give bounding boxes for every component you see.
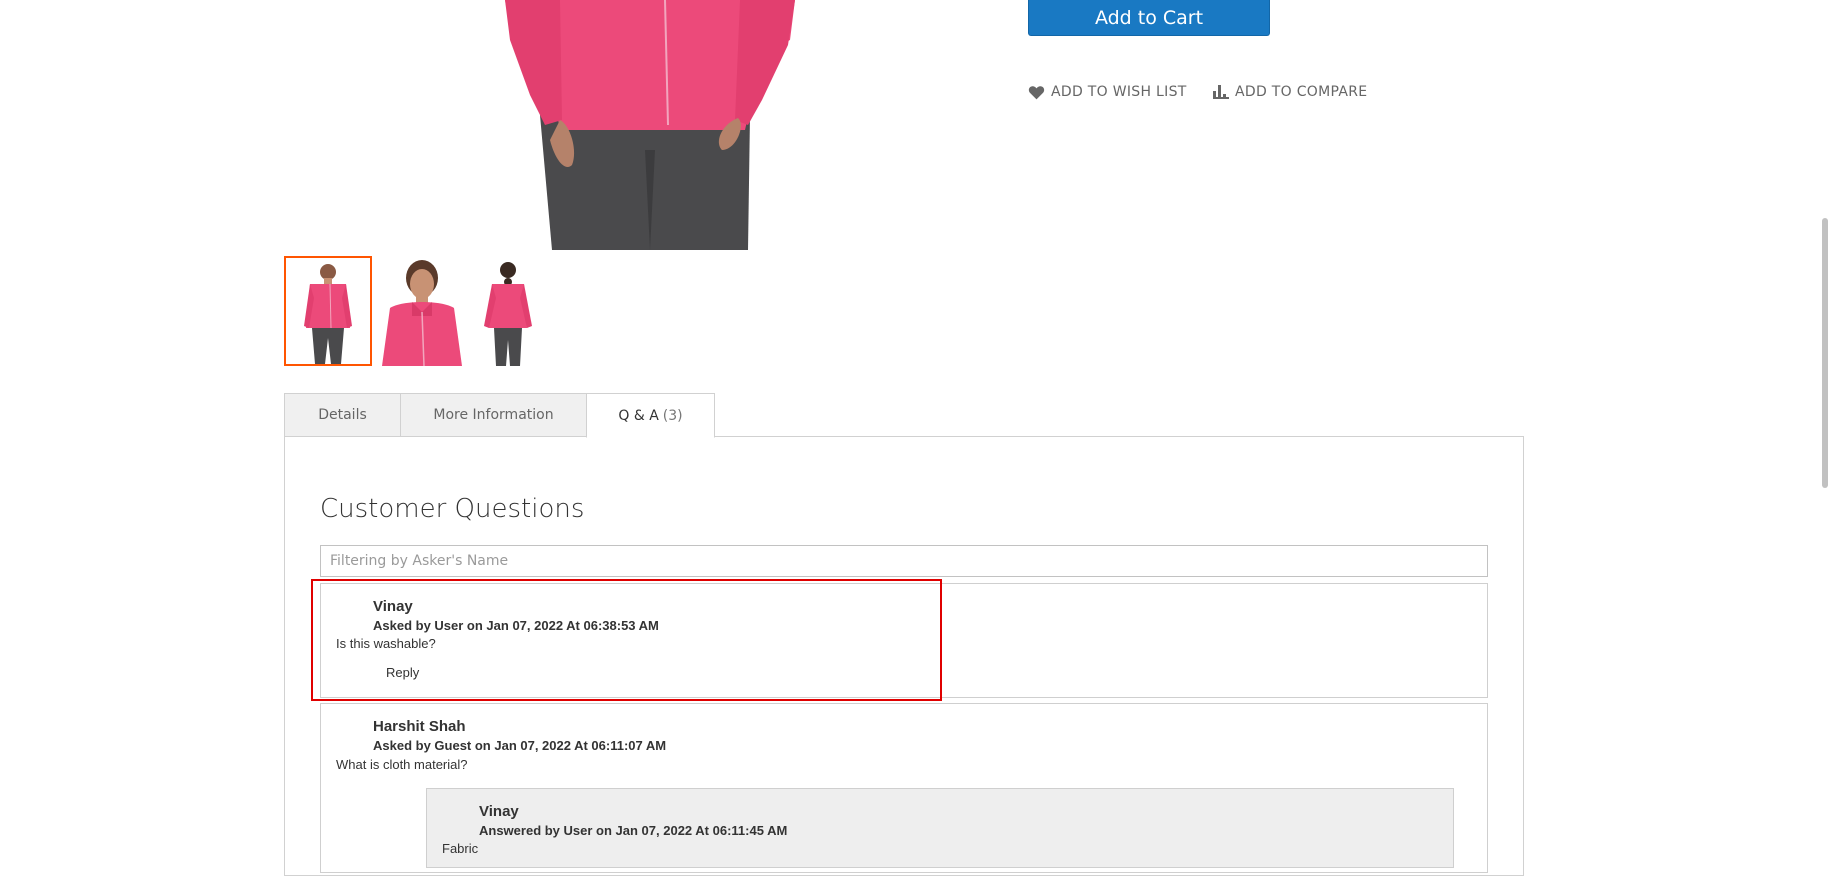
customer-questions-title: Customer Questions: [320, 494, 585, 524]
add-to-compare-link[interactable]: ADD TO COMPARE: [1213, 82, 1367, 102]
asker-name-filter-input[interactable]: [320, 545, 1488, 577]
tab-qa-count: (3): [662, 407, 683, 424]
tab-more-information-label: More Information: [433, 407, 554, 423]
tab-details-label: Details: [318, 407, 367, 423]
question-asker-name: Harshit Shah: [373, 718, 466, 735]
tab-qa[interactable]: Q & A (3): [586, 393, 715, 438]
question-meta: Asked by Guest on Jan 07, 2022 At 06:11:…: [373, 738, 667, 753]
compare-label: ADD TO COMPARE: [1235, 84, 1368, 100]
question-text: What is cloth material?: [336, 757, 468, 772]
scrollbar-thumb[interactable]: [1822, 218, 1828, 488]
tab-more-information[interactable]: More Information: [400, 393, 587, 437]
question-meta: Asked by User on Jan 07, 2022 At 06:38:5…: [373, 618, 659, 633]
question-asker-name: Vinay: [373, 598, 413, 615]
question-text: Is this washable?: [336, 636, 436, 651]
answer-author-name: Vinay: [479, 803, 519, 820]
compare-icon: [1213, 85, 1229, 99]
question-card: Vinay Asked by User on Jan 07, 2022 At 0…: [320, 583, 1488, 698]
heart-icon: [1028, 85, 1045, 99]
add-to-wish-list-link[interactable]: ADD TO WISH LIST: [1028, 82, 1187, 102]
thumbnail-back[interactable]: [472, 256, 544, 366]
answer-text: Fabric: [442, 841, 479, 856]
answer-card: Vinay Answered by User on Jan 07, 2022 A…: [426, 788, 1454, 868]
product-main-image[interactable]: [500, 0, 800, 250]
tab-qa-label: Q & A: [618, 407, 659, 424]
thumbnail-front[interactable]: [284, 256, 372, 366]
reply-link[interactable]: Reply: [386, 665, 419, 680]
tab-details[interactable]: Details: [284, 393, 401, 437]
add-to-cart-button[interactable]: Add to Cart: [1028, 0, 1270, 36]
answer-meta: Answered by User on Jan 07, 2022 At 06:1…: [479, 823, 788, 838]
wish-list-label: ADD TO WISH LIST: [1051, 84, 1187, 100]
thumbnail-closeup[interactable]: [382, 256, 462, 366]
